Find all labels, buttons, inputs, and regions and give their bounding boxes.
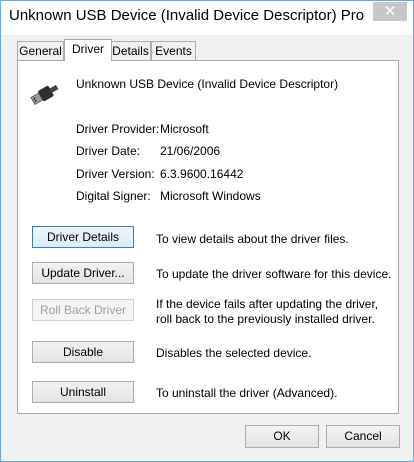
driver-tab-panel: Unknown USB Device (Invalid Device Descr…	[17, 60, 399, 414]
cancel-button[interactable]: Cancel	[326, 425, 400, 448]
update-driver-button[interactable]: Update Driver...	[32, 262, 134, 284]
tab-driver[interactable]: Driver	[64, 39, 112, 61]
info-value: 21/06/2006	[160, 144, 221, 158]
info-label: Digital Signer:	[76, 189, 151, 203]
info-value: Microsoft	[160, 122, 209, 136]
disable-button[interactable]: Disable	[32, 341, 134, 363]
window-title: Unknown USB Device (Invalid Device Descr…	[9, 7, 364, 24]
roll-back-driver-button[interactable]: Roll Back Driver	[32, 299, 134, 321]
roll-back-driver-description: If the device fails after updating the d…	[156, 297, 379, 326]
driver-details-description: To view details about the driver files.	[156, 232, 349, 246]
info-row-version: Driver Version: 6.3.9600.16442	[76, 167, 243, 181]
disable-description: Disables the selected device.	[156, 346, 312, 360]
device-name: Unknown USB Device (Invalid Device Descr…	[76, 77, 339, 91]
info-label: Driver Provider:	[76, 122, 160, 136]
info-value: Microsoft Windows	[160, 189, 261, 203]
tab-general[interactable]: General	[17, 41, 64, 60]
usb-connector-icon	[30, 84, 59, 105]
uninstall-description: To uninstall the driver (Advanced).	[156, 386, 338, 400]
close-icon: ✕	[383, 3, 397, 20]
info-row-date: Driver Date: 21/06/2006	[76, 144, 220, 158]
info-label: Driver Version:	[76, 167, 155, 181]
ok-button[interactable]: OK	[245, 425, 319, 448]
tab-events[interactable]: Events	[151, 41, 196, 60]
update-driver-description: To update the driver software for this d…	[156, 267, 392, 281]
info-row-signer: Digital Signer: Microsoft Windows	[76, 189, 261, 203]
uninstall-button[interactable]: Uninstall	[32, 381, 134, 403]
properties-window: Unknown USB Device (Invalid Device Descr…	[0, 0, 414, 462]
title-bar[interactable]: Unknown USB Device (Invalid Device Descr…	[1, 1, 413, 35]
driver-details-button[interactable]: Driver Details	[32, 226, 134, 248]
close-button[interactable]: ✕	[373, 2, 407, 21]
info-label: Driver Date:	[76, 144, 141, 158]
tab-details[interactable]: Details	[110, 41, 151, 60]
info-row-provider: Driver Provider:Microsoft	[76, 122, 209, 136]
info-value: 6.3.9600.16442	[160, 167, 244, 181]
